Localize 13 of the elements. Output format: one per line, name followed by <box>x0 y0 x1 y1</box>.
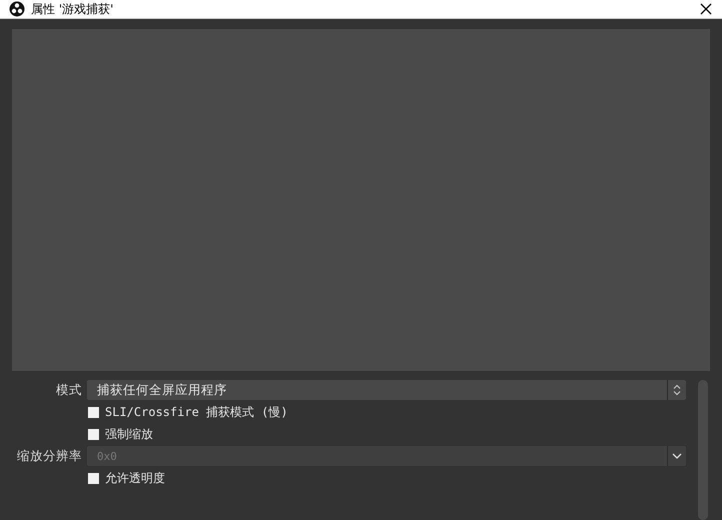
checkbox[interactable] <box>88 428 99 440</box>
checkbox-label: 允许透明度 <box>105 470 165 486</box>
close-icon[interactable] <box>700 3 712 15</box>
checkbox-label: SLI/Crossfire 捕获模式 (慢) <box>105 404 288 420</box>
spinner-arrows-icon <box>673 384 681 396</box>
checkbox[interactable] <box>88 406 99 418</box>
window-title: 属性 '游戏捕获' <box>31 0 114 18</box>
field-label: 缩放分辨率 <box>16 448 82 464</box>
checkbox[interactable] <box>88 472 99 484</box>
field-label: 模式 <box>55 382 82 398</box>
chevron-down-icon <box>672 453 682 459</box>
dropdown[interactable]: 捕获任何全屏应用程序 <box>87 380 686 400</box>
checkbox-label: 强制缩放 <box>105 426 153 442</box>
